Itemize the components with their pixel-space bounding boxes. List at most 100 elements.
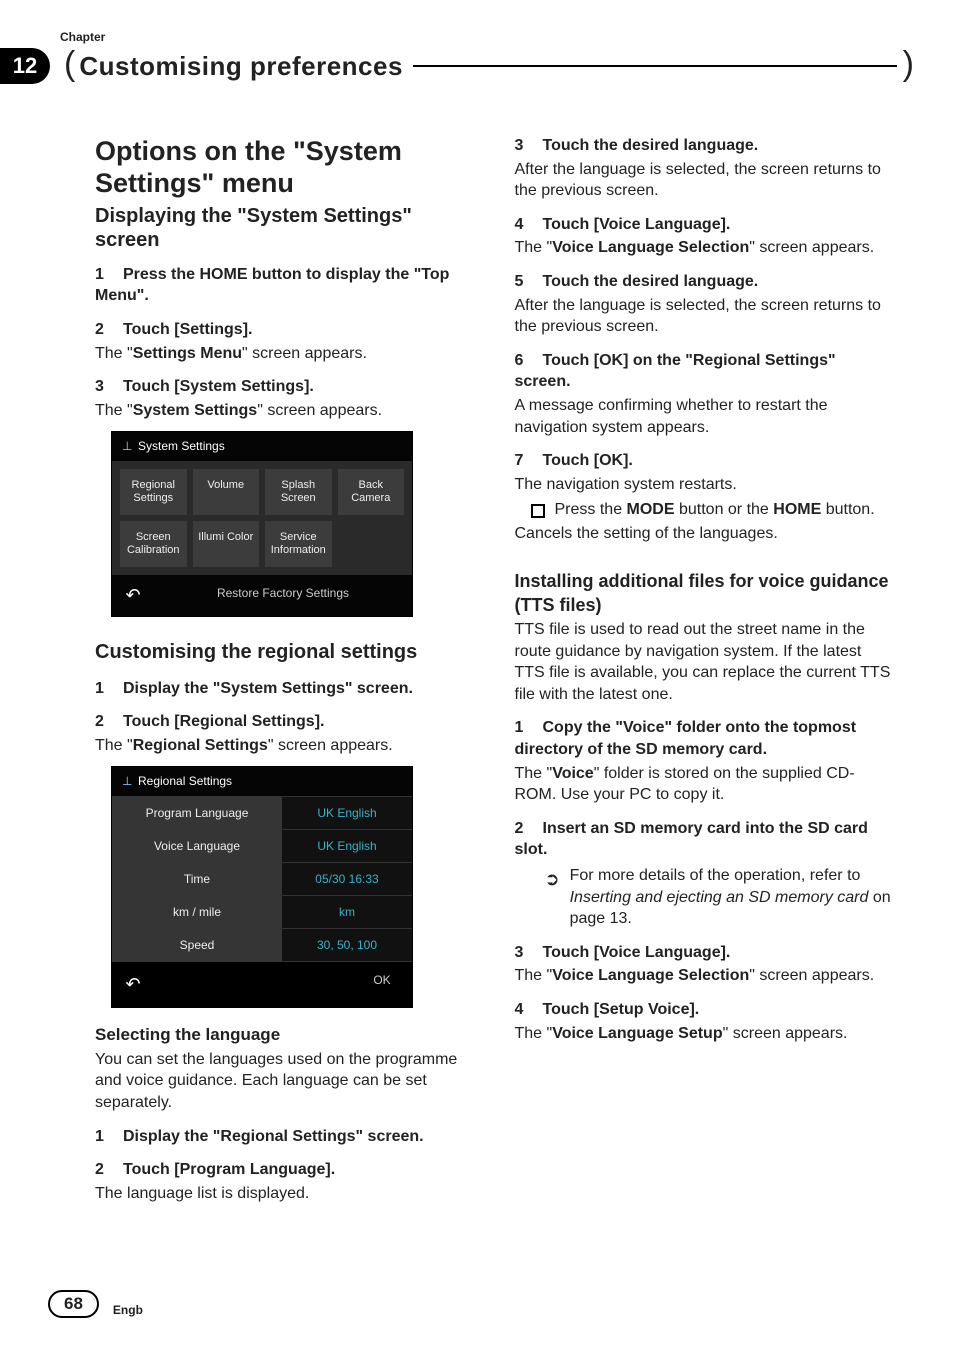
lang-step-5-body: After the language is selected, the scre…	[515, 295, 895, 338]
topic-regional: Customising the regional settings	[95, 639, 475, 666]
lang-step-4: 4Touch [Voice Language].	[515, 214, 895, 236]
shot1-cell-regional[interactable]: Regional Settings	[120, 469, 187, 515]
chapter-title: Customising preferences	[79, 51, 403, 82]
t: Touch [Voice Language].	[543, 216, 731, 233]
signal-icon	[122, 773, 132, 789]
heading-tts: Installing additional files for voice gu…	[515, 569, 895, 618]
step-2-text: Touch [Settings].	[123, 321, 252, 338]
t: The "	[515, 1025, 553, 1042]
signal-icon	[122, 438, 132, 454]
right-column: 3Touch the desired language. After the l…	[515, 135, 895, 1272]
page-number: 68	[48, 1290, 99, 1318]
t: System Settings	[133, 402, 257, 419]
t: MODE	[627, 501, 675, 518]
arrow-bullet-icon: ➲	[545, 867, 560, 930]
shot2-row-speed[interactable]: Speed	[112, 929, 282, 961]
chapter-label: Chapter	[60, 30, 105, 44]
screenshot-regional-settings: Regional Settings Program LanguageUK Eng…	[111, 766, 413, 1007]
t: Voice	[552, 765, 594, 782]
page-footer: 68 Engb	[48, 1290, 143, 1318]
lang-step-3: 3Touch the desired language.	[515, 135, 895, 157]
square-bullet-icon	[531, 504, 545, 518]
h1-part-c: menu	[214, 168, 294, 198]
t: Touch the desired language.	[543, 273, 759, 290]
t: " screen appears.	[749, 239, 874, 256]
shot1-cell-volume[interactable]: Volume	[193, 469, 260, 515]
chapter-number-badge: 12	[0, 48, 50, 84]
t: " screen appears.	[749, 967, 874, 984]
tts-step-2: 2Insert an SD memory card into the SD ca…	[515, 818, 895, 861]
regional-step-2-body: The "Regional Settings" screen appears.	[95, 735, 475, 757]
lang-step-4-body: The "Voice Language Selection" screen ap…	[515, 237, 895, 259]
lang-step-1: 1Display the "Regional Settings" screen.	[95, 1126, 475, 1148]
t: The "	[515, 967, 553, 984]
t: Display the "Regional Settings" screen.	[123, 1128, 424, 1145]
tts-step-3-body: The "Voice Language Selection" screen ap…	[515, 965, 895, 987]
shot2-back-icon[interactable]: ↶	[112, 962, 154, 1006]
tts-step-4: 4Touch [Setup Voice].	[515, 999, 895, 1021]
h2-part-a: Displaying the	[95, 205, 237, 227]
t: Voice Language Selection	[552, 239, 749, 256]
t: Regional Settings	[133, 737, 268, 754]
shot1-cell-service[interactable]: Service Information	[265, 521, 332, 567]
tts-step-1: 1Copy the "Voice" folder onto the topmos…	[515, 717, 895, 760]
t: For more details of the operation, refer…	[570, 867, 861, 884]
shot1-cell-splash[interactable]: Splash Screen	[265, 469, 332, 515]
lang-step-7-bullet: Press the MODE button or the HOME button…	[515, 499, 895, 521]
tts-step-3: 3Touch [Voice Language].	[515, 942, 895, 964]
t: " screen appears.	[242, 345, 367, 362]
shot1-cell-illumi[interactable]: Illumi Color	[193, 521, 260, 567]
shot2-title-text: Regional Settings	[138, 773, 232, 789]
t: Touch [Setup Voice].	[543, 1001, 700, 1018]
chapter-title-wrap: ( Customising preferences )	[64, 48, 914, 84]
shot2-row-voice[interactable]: Voice Language	[112, 830, 282, 862]
shot2-val-time: 05/30 16:33	[282, 863, 412, 895]
spacer	[154, 962, 352, 1006]
t: The "	[515, 239, 553, 256]
t: HOME	[773, 501, 821, 518]
t: The "	[95, 737, 133, 754]
step-2-body: The "Settings Menu" screen appears.	[95, 343, 475, 365]
shot2-val-speed: 30, 50, 100	[282, 929, 412, 961]
heading-selecting-language: Selecting the language	[95, 1024, 475, 1047]
section-title-options: Options on the "System Settings" menu	[95, 135, 475, 200]
lang-step-2: 2Touch [Program Language].	[95, 1159, 475, 1181]
t: Touch [Program Language].	[123, 1161, 335, 1178]
shot2-ok-button[interactable]: OK	[352, 962, 412, 1006]
t: Settings Menu	[133, 345, 242, 362]
ref-text: For more details of the operation, refer…	[570, 865, 894, 930]
shot2-row-program[interactable]: Program Language	[112, 797, 282, 829]
shot2-row-time[interactable]: Time	[112, 863, 282, 895]
t: Insert an SD memory card into the SD car…	[515, 820, 868, 859]
footer-lang: Engb	[113, 1303, 143, 1317]
shot1-restore[interactable]: Restore Factory Settings	[154, 575, 412, 615]
t: Voice Language Setup	[552, 1025, 722, 1042]
lang-step-5: 5Touch the desired language.	[515, 271, 895, 293]
h1-part-a: Options on the	[95, 136, 293, 166]
subsection-displaying: Displaying the "System Settings" screen	[95, 204, 475, 252]
t: button or the	[675, 501, 774, 518]
step-3-body: The "System Settings" screen appears.	[95, 400, 475, 422]
step-1-text: Press the HOME button to display the "To…	[95, 266, 449, 305]
shot1-cell-back-camera[interactable]: Back Camera	[338, 469, 405, 515]
shot1-back-icon[interactable]: ↶	[112, 575, 154, 615]
shot1-title-text: System Settings	[138, 438, 225, 454]
t: " screen appears.	[257, 402, 382, 419]
tts-step-4-body: The "Voice Language Setup" screen appear…	[515, 1023, 895, 1045]
t: Inserting and ejecting an SD memory card	[570, 889, 869, 906]
chapter-header: 12 ( Customising preferences )	[0, 48, 914, 84]
screenshot-system-settings: System Settings Regional Settings Volume…	[111, 431, 413, 616]
h2-part-c: screen	[95, 229, 160, 251]
shot1-title: System Settings	[112, 432, 412, 460]
step-1-home: 1Press the HOME button to display the "T…	[95, 264, 475, 307]
tts-step-1-body: The "Voice" folder is stored on the supp…	[515, 763, 895, 806]
t: The "	[95, 402, 133, 419]
t: The "	[515, 765, 553, 782]
shot2-row-units[interactable]: km / mile	[112, 896, 282, 928]
t: Copy the "Voice" folder onto the topmost…	[515, 719, 857, 758]
shot2-val-program: UK English	[282, 797, 412, 829]
shot2-val-voice: UK English	[282, 830, 412, 862]
shot1-cell-calibration[interactable]: Screen Calibration	[120, 521, 187, 567]
bullet-text: Press the MODE button or the HOME button…	[555, 499, 875, 521]
t: Touch the desired language.	[543, 137, 759, 154]
